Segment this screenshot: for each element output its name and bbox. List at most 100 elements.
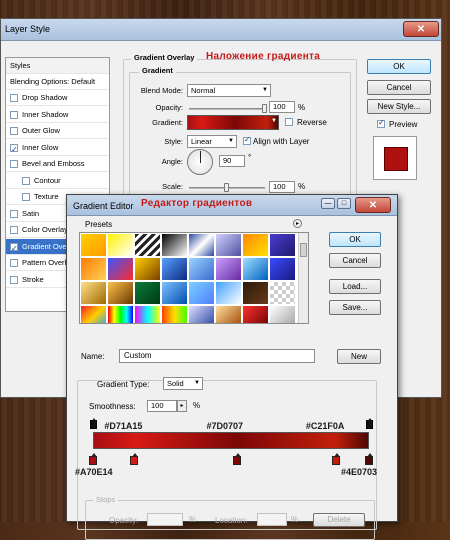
preset-swatch[interactable] [162,258,188,281]
color-stop[interactable] [365,453,373,465]
style-item-checkbox[interactable] [10,241,18,256]
preview-checkbox[interactable] [377,118,385,128]
opacity-slider-track[interactable] [189,108,265,110]
gradient-dropdown-arrow-icon[interactable]: ▼ [271,118,277,124]
presets-scroll-thumb[interactable] [300,243,307,257]
color-stop[interactable] [331,453,340,465]
opacity-slider-thumb[interactable] [262,104,267,113]
smoothness-input[interactable]: 100 [147,400,177,412]
ge-cancel-button[interactable]: Cancel [329,253,381,268]
style-item-checkbox[interactable] [22,176,30,185]
style-label: Style: [164,137,183,146]
preset-swatch[interactable] [108,306,134,323]
blend-mode-select[interactable]: Normal ▼ [187,84,271,97]
style-item-checkbox[interactable] [10,275,18,284]
preset-swatch[interactable] [216,234,242,257]
preset-swatch[interactable] [135,306,161,323]
style-item-checkbox[interactable] [10,226,18,234]
preset-swatch[interactable] [270,258,296,281]
reverse-checkbox[interactable] [285,118,293,126]
stop-opacity-input[interactable] [147,513,183,526]
presets-scrollbar[interactable] [298,233,308,323]
preset-swatch[interactable] [81,282,107,305]
angle-dial[interactable] [187,149,213,175]
styles-header[interactable]: Styles [6,58,109,74]
stop-location-input[interactable] [257,513,287,526]
new-button[interactable]: New [337,349,381,364]
cancel-button[interactable]: Cancel [367,80,431,95]
preset-swatch[interactable] [243,234,269,257]
style-item[interactable]: Contour [6,173,109,189]
gradient-picker[interactable] [187,115,279,130]
close-icon[interactable]: ✕ [403,21,439,37]
preset-swatch[interactable] [81,258,107,281]
style-item-checkbox[interactable] [10,209,18,218]
preset-swatch[interactable] [81,234,107,257]
preset-swatch[interactable] [243,282,269,305]
preset-swatch[interactable] [162,282,188,305]
preset-swatch[interactable] [270,234,296,257]
preset-swatch[interactable] [216,282,242,305]
style-item-label: Inner Glow [22,142,59,152]
preset-swatch[interactable] [108,258,134,281]
style-item[interactable]: Drop Shadow [6,90,109,106]
style-item-checkbox[interactable] [10,259,18,267]
preset-swatch[interactable] [189,306,215,323]
preset-swatch[interactable] [270,282,296,305]
preset-swatch[interactable] [216,258,242,281]
opacity-stop[interactable] [90,418,97,429]
style-item[interactable]: Outer Glow [6,123,109,139]
style-item-checkbox[interactable] [10,160,18,168]
style-item-checkbox[interactable] [10,110,18,119]
preset-swatch[interactable] [135,258,161,281]
gradient-type-select[interactable]: Solid ▼ [163,377,203,390]
preset-swatch[interactable] [270,306,296,323]
maximize-icon[interactable]: □ [337,198,351,209]
ge-ok-button[interactable]: OK [329,232,381,247]
align-with-layer-checkbox[interactable] [243,135,251,145]
presets-menu-icon[interactable]: ▸ [293,219,302,228]
delete-button[interactable]: Delete [313,513,365,527]
angle-input[interactable]: 90 [219,155,245,167]
scale-slider-thumb[interactable] [224,183,229,192]
scale-input[interactable]: 100 [269,181,295,193]
preset-swatch[interactable] [162,234,188,257]
color-stop[interactable] [130,453,139,465]
style-item[interactable]: Bevel and Emboss [6,156,109,172]
dropdown-arrow-icon: ▼ [262,87,268,93]
blending-options[interactable]: Blending Options: Default [6,74,109,90]
preset-swatch[interactable] [189,234,215,257]
color-stop[interactable] [232,453,241,465]
style-item[interactable]: Inner Shadow [6,107,109,123]
preset-swatch[interactable] [189,282,215,305]
style-item-checkbox[interactable] [10,142,18,157]
smoothness-stepper-icon[interactable]: ▸ [177,400,187,412]
ok-button[interactable]: OK [367,59,431,74]
preset-swatch[interactable] [135,234,161,257]
preset-swatch[interactable] [216,306,242,323]
style-item-checkbox[interactable] [22,193,30,201]
opacity-label: Opacity: [155,103,183,112]
style-item[interactable]: Inner Glow [6,140,109,157]
new-style-button[interactable]: New Style... [367,99,431,114]
preset-swatch[interactable] [108,282,134,305]
preset-swatch[interactable] [189,258,215,281]
load-button[interactable]: Load... [329,279,381,294]
preset-swatch[interactable] [108,234,134,257]
close-icon[interactable]: ✕ [355,197,391,213]
opacity-input[interactable]: 100 [269,101,295,113]
preset-swatch[interactable] [81,306,107,323]
gradient-preview-bar[interactable] [93,432,369,449]
preset-swatch[interactable] [162,306,188,323]
color-stop[interactable] [89,453,97,465]
name-input[interactable]: Custom [119,349,315,363]
minimize-icon[interactable]: — [321,198,335,209]
style-item-checkbox[interactable] [10,127,18,135]
style-select[interactable]: Linear ▼ [187,135,237,148]
save-button[interactable]: Save... [329,300,381,315]
style-item-checkbox[interactable] [10,94,18,102]
preset-swatch[interactable] [135,282,161,305]
opacity-stop[interactable] [366,418,373,429]
preset-swatch[interactable] [243,258,269,281]
preset-swatch[interactable] [243,306,269,323]
